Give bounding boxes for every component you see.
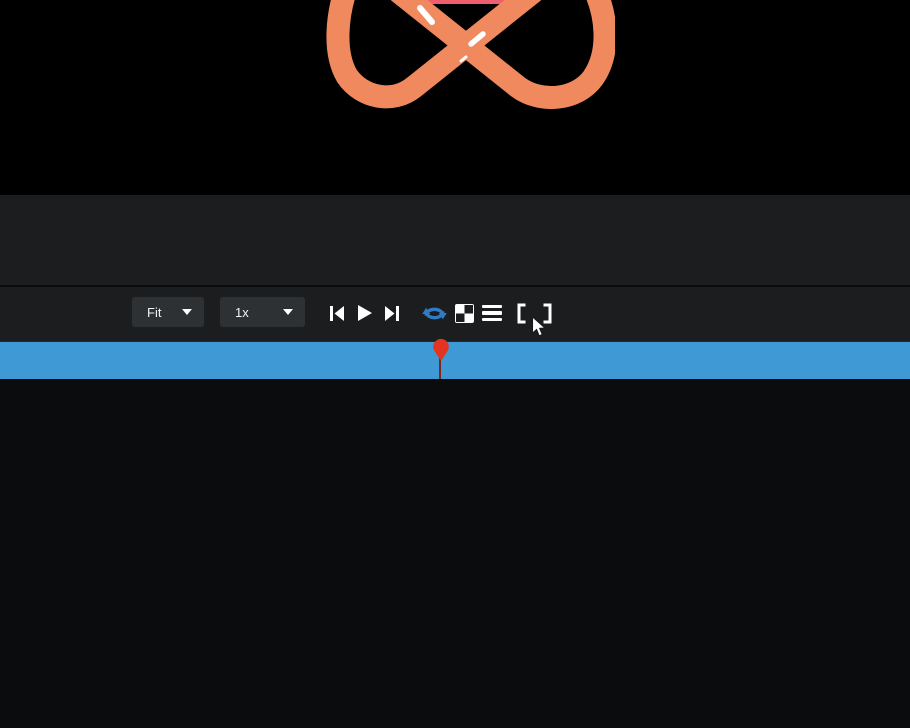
loop-toggle-button[interactable] [421,300,447,326]
close-bracket-icon [542,303,554,324]
play-icon [356,304,373,322]
speed-select[interactable]: 1x [220,297,305,327]
previous-frame-button[interactable] [324,300,350,326]
set-in-point-button[interactable] [508,300,534,326]
zoom-select-value: Fit [147,305,161,320]
next-frame-button[interactable] [379,300,405,326]
speed-select-value: 1x [235,305,249,320]
timeline-body [0,379,910,728]
player-window: Fit 1x [0,0,910,728]
skip-back-icon [329,305,345,322]
animation-stage [0,0,910,195]
play-button[interactable] [351,300,377,326]
knot-logo-graphic [315,0,615,112]
knot-logo [315,0,615,112]
zoom-select[interactable]: Fit [132,297,204,327]
timeline-track[interactable] [0,341,910,379]
skip-forward-icon [384,305,400,322]
chevron-down-icon [182,309,192,315]
playhead-icon [432,338,450,364]
playhead-marker[interactable] [432,338,450,364]
layers-list-button[interactable] [479,300,505,326]
set-out-point-button[interactable] [535,300,561,326]
checkerboard-icon [455,304,474,323]
playback-toolbar: Fit 1x [0,287,910,341]
list-icon [482,305,502,322]
open-bracket-icon [515,303,527,324]
background-toggle-button[interactable] [451,300,477,326]
chevron-down-icon [283,309,293,315]
loop-icon [422,303,447,324]
